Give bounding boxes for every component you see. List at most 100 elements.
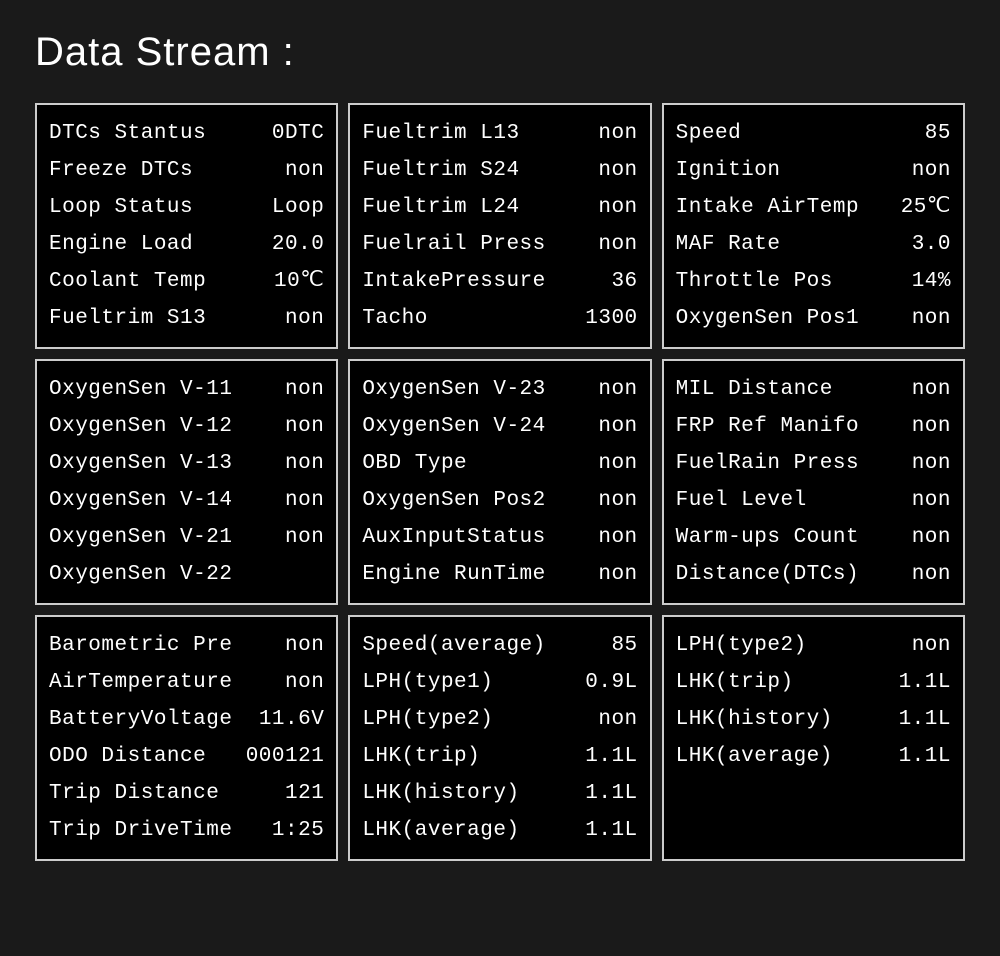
data-label: Freeze DTCs	[49, 152, 193, 189]
data-grid: DTCs Stantus 0DTC Freeze DTCs non Loop Sta…	[35, 103, 965, 861]
data-row: LHK(trip)1.1L	[362, 738, 637, 775]
data-panel: LPH(type2)non LHK(trip)1.1L LHK(history)…	[662, 615, 965, 861]
data-row: OxygenSen V-12non	[49, 408, 324, 445]
data-row: FuelRain Press non	[676, 445, 951, 482]
data-label: Speed(average)	[362, 627, 545, 664]
data-value: 000121	[246, 738, 325, 775]
data-label: Fuelrail Press	[362, 226, 545, 263]
data-row: Speed(average)85	[362, 627, 637, 664]
data-label: ODO Distance	[49, 738, 206, 775]
data-label: AirTemperature	[49, 664, 232, 701]
data-label: Throttle Pos	[676, 263, 833, 300]
data-row: LHK(trip)1.1L	[676, 664, 951, 701]
data-label: LHK(average)	[362, 812, 519, 849]
data-value: 0DTC	[272, 115, 324, 152]
data-value: 1300	[585, 300, 637, 337]
data-row: OxygenSen V-21non	[49, 519, 324, 556]
data-value: 1.1L	[585, 812, 637, 849]
data-value: non	[285, 408, 324, 445]
data-value: non	[912, 627, 951, 664]
data-row: AuxInputStatusnon	[362, 519, 637, 556]
data-value: non	[912, 519, 951, 556]
data-row: LHK(history)1.1L	[362, 775, 637, 812]
data-label: OxygenSen V-14	[49, 482, 232, 519]
data-panel: Speed85 Ignitionnon Intake AirTemp25℃ MA…	[662, 103, 965, 349]
data-value: 10℃	[274, 263, 324, 300]
data-row: OxygenSen V-13non	[49, 445, 324, 482]
data-label: Barometric Pre	[49, 627, 232, 664]
data-label: LPH(type2)	[676, 627, 807, 664]
data-label: Fuel Level	[676, 482, 807, 519]
data-value: 121	[285, 775, 324, 812]
data-row: Throttle Pos 14%	[676, 263, 951, 300]
data-row: Trip Distance 121	[49, 775, 324, 812]
data-label: Tacho	[362, 300, 428, 337]
data-label: LHK(trip)	[676, 664, 794, 701]
data-value: 3.0	[912, 226, 951, 263]
data-value: 20.0	[272, 226, 324, 263]
data-row: Barometric Prenon	[49, 627, 324, 664]
data-label: Coolant Temp	[49, 263, 206, 300]
data-label: FRP Ref Manifo	[676, 408, 859, 445]
data-value: non	[912, 482, 951, 519]
data-row: Coolant Temp 10℃	[49, 263, 324, 300]
data-label: FuelRain Press	[676, 445, 859, 482]
data-value: non	[598, 371, 637, 408]
data-label: Trip Distance	[49, 775, 219, 812]
data-value: 25℃	[901, 189, 951, 226]
data-label: Engine RunTime	[362, 556, 545, 593]
data-value: 14%	[912, 263, 951, 300]
data-label: LHK(trip)	[362, 738, 480, 775]
data-row: LHK(average) 1.1L	[362, 812, 637, 849]
data-row: OxygenSen Pos1non	[676, 300, 951, 337]
data-value: non	[912, 408, 951, 445]
data-label: OxygenSen V-24	[362, 408, 545, 445]
data-row: MIL Distancenon	[676, 371, 951, 408]
data-row: Speed 85	[676, 115, 951, 152]
data-label: OxygenSen V-23	[362, 371, 545, 408]
data-label: BatteryVoltage	[49, 701, 232, 738]
data-row: Engine Load20.0	[49, 226, 324, 263]
data-row: OxygenSen V-23 non	[362, 371, 637, 408]
data-label: Fueltrim S24	[362, 152, 519, 189]
data-row: OxygenSen Pos2non	[362, 482, 637, 519]
data-value: non	[285, 152, 324, 189]
data-row: Loop StatusLoop	[49, 189, 324, 226]
data-panel: DTCs Stantus 0DTC Freeze DTCs non Loop Sta…	[35, 103, 338, 349]
data-row: Fueltrim S13non	[49, 300, 324, 337]
data-label: Trip DriveTime	[49, 812, 232, 849]
data-panel: Fueltrim L13non Fueltrim S24non Fueltrim…	[348, 103, 651, 349]
data-row: IntakePressure36	[362, 263, 637, 300]
data-value: 1.1L	[899, 738, 951, 775]
data-value: 1.1L	[585, 775, 637, 812]
data-value: non	[912, 152, 951, 189]
data-row: LHK(average)1.1L	[676, 738, 951, 775]
data-value: non	[912, 300, 951, 337]
data-label: LPH(type1)	[362, 664, 493, 701]
data-label: Speed	[676, 115, 742, 152]
data-label: Distance(DTCs)	[676, 556, 859, 593]
data-row: Fueltrim L13non	[362, 115, 637, 152]
data-value: 36	[611, 263, 637, 300]
data-row: OxygenSen V-14non	[49, 482, 324, 519]
data-value: 1.1L	[899, 701, 951, 738]
data-row: Fueltrim S24non	[362, 152, 637, 189]
data-label: OxygenSen V-21	[49, 519, 232, 556]
page-title: Data Stream :	[35, 30, 965, 75]
data-panel: MIL Distancenon FRP Ref Manifo non FuelRa…	[662, 359, 965, 605]
data-row: OxygenSen V-11non	[49, 371, 324, 408]
data-value: 1:25	[272, 812, 324, 849]
data-value: non	[598, 519, 637, 556]
data-row: LPH(type2) non	[676, 627, 951, 664]
data-value: non	[912, 556, 951, 593]
data-label: DTCs Stantus	[49, 115, 206, 152]
data-value: 85	[925, 115, 951, 152]
data-value: non	[598, 482, 637, 519]
data-row: OxygenSen V-24non	[362, 408, 637, 445]
data-label: Fueltrim S13	[49, 300, 206, 337]
data-row: Freeze DTCs non	[49, 152, 324, 189]
data-value: non	[912, 445, 951, 482]
data-label: OBD Type	[362, 445, 467, 482]
data-row: Ignitionnon	[676, 152, 951, 189]
data-value: non	[912, 371, 951, 408]
